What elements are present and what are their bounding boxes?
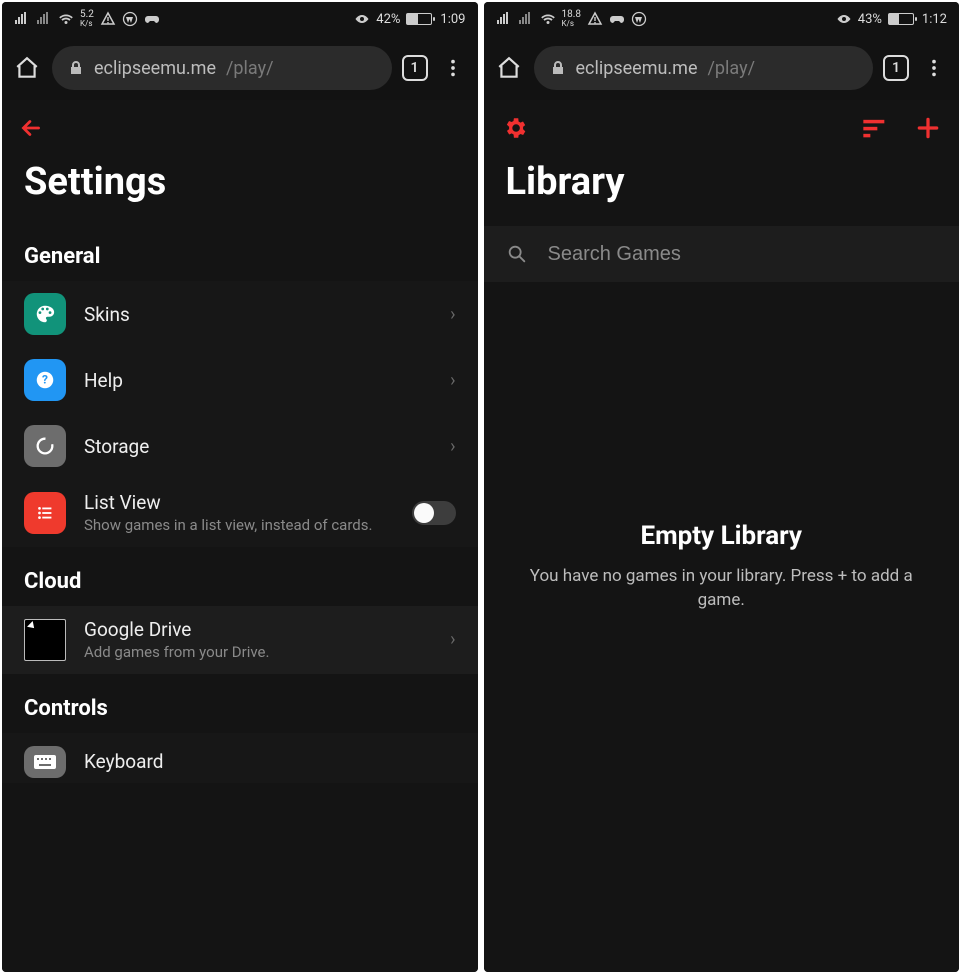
listview-toggle[interactable] bbox=[412, 501, 456, 525]
signal2-icon bbox=[518, 11, 534, 27]
row-google-drive[interactable]: Google Drive Add games from your Drive. … bbox=[2, 606, 478, 674]
battery-icon bbox=[888, 13, 914, 25]
clock: 1:12 bbox=[922, 12, 947, 27]
storage-icon bbox=[24, 425, 66, 467]
eye-icon bbox=[836, 11, 852, 27]
row-label: Skins bbox=[84, 303, 432, 326]
url-path: /play/ bbox=[226, 58, 274, 79]
tab-count-button[interactable]: 1 bbox=[402, 55, 428, 81]
game-icon bbox=[144, 11, 160, 27]
wordpress-icon bbox=[631, 11, 647, 27]
chevron-right-icon: › bbox=[450, 304, 455, 325]
empty-heading: Empty Library bbox=[640, 521, 802, 551]
battery-pct: 42% bbox=[376, 12, 400, 27]
chevron-right-icon: › bbox=[450, 370, 455, 391]
browser-chrome: eclipseemu.me/play/ 1 bbox=[2, 36, 478, 100]
chevron-right-icon: › bbox=[450, 436, 455, 457]
warning-icon bbox=[587, 11, 603, 27]
battery-icon bbox=[406, 13, 432, 25]
row-help[interactable]: ? Help › bbox=[2, 347, 478, 413]
status-bar: 5.2 K/s 42% 1:09 bbox=[2, 2, 478, 36]
url-bar[interactable]: eclipseemu.me/play/ bbox=[534, 46, 874, 90]
battery-pct: 43% bbox=[858, 12, 882, 27]
lock-icon bbox=[68, 60, 84, 76]
library-page: Library Empty Library You have no games … bbox=[484, 100, 960, 972]
row-label: Storage bbox=[84, 435, 432, 458]
keyboard-icon bbox=[24, 746, 66, 778]
phone-right: 18.8 K/s 43% 1:12 eclipseemu.me/play/ 1 bbox=[484, 2, 960, 972]
empty-sub: You have no games in your library. Press… bbox=[510, 565, 934, 613]
palette-icon bbox=[24, 293, 66, 335]
eye-icon bbox=[354, 11, 370, 27]
search-bar[interactable] bbox=[484, 226, 960, 282]
settings-button[interactable] bbox=[502, 115, 528, 141]
signal-icon bbox=[14, 11, 30, 27]
page-title: Library bbox=[484, 156, 960, 222]
chevron-right-icon: › bbox=[450, 629, 455, 650]
row-sub: Show games in a list view, instead of ca… bbox=[84, 516, 394, 535]
search-icon bbox=[506, 243, 528, 265]
browser-menu-button[interactable] bbox=[919, 57, 949, 79]
svg-text:?: ? bbox=[42, 373, 48, 387]
url-host: eclipseemu.me bbox=[94, 58, 216, 79]
url-host: eclipseemu.me bbox=[576, 58, 698, 79]
clock: 1:09 bbox=[440, 12, 465, 27]
wordpress-icon bbox=[122, 11, 138, 27]
url-bar[interactable]: eclipseemu.me/play/ bbox=[52, 46, 392, 90]
empty-state: Empty Library You have no games in your … bbox=[484, 282, 960, 972]
row-sub: Add games from your Drive. bbox=[84, 643, 432, 662]
browser-menu-button[interactable] bbox=[438, 57, 468, 79]
browser-home-button[interactable] bbox=[494, 55, 524, 81]
row-listview[interactable]: List View Show games in a list view, ins… bbox=[2, 479, 478, 547]
wifi-icon bbox=[58, 11, 74, 27]
row-label: Help bbox=[84, 369, 432, 392]
status-bar: 18.8 K/s 43% 1:12 bbox=[484, 2, 960, 36]
phone-left: 5.2 K/s 42% 1:09 eclipseemu.me/play/ 1 bbox=[2, 2, 478, 972]
broken-image-icon bbox=[24, 619, 66, 661]
browser-chrome: eclipseemu.me/play/ 1 bbox=[484, 36, 960, 100]
page-title: Settings bbox=[2, 156, 478, 222]
section-controls: Controls bbox=[2, 674, 478, 733]
row-storage[interactable]: Storage › bbox=[2, 413, 478, 479]
list-icon bbox=[24, 492, 66, 534]
net-speed: 5.2 K/s bbox=[80, 10, 94, 28]
signal2-icon bbox=[36, 11, 52, 27]
row-label: Google Drive bbox=[84, 618, 432, 641]
help-icon: ? bbox=[24, 359, 66, 401]
row-label: Keyboard bbox=[84, 750, 456, 773]
row-label: List View bbox=[84, 491, 394, 514]
tab-count-button[interactable]: 1 bbox=[883, 55, 909, 81]
signal-icon bbox=[496, 11, 512, 27]
sort-button[interactable] bbox=[861, 117, 889, 139]
game-icon bbox=[609, 11, 625, 27]
row-keyboard[interactable]: Keyboard bbox=[2, 733, 478, 783]
lock-icon bbox=[550, 60, 566, 76]
section-cloud: Cloud bbox=[2, 547, 478, 606]
add-button[interactable] bbox=[915, 115, 941, 141]
warning-icon bbox=[100, 11, 116, 27]
net-speed: 18.8 K/s bbox=[562, 10, 582, 28]
section-general: General bbox=[2, 222, 478, 281]
row-skins[interactable]: Skins › bbox=[2, 281, 478, 347]
wifi-icon bbox=[540, 11, 556, 27]
browser-home-button[interactable] bbox=[12, 55, 42, 81]
search-input[interactable] bbox=[548, 243, 938, 266]
settings-page: Settings General Skins › ? Help › Storag… bbox=[2, 100, 478, 972]
url-path: /play/ bbox=[708, 58, 756, 79]
back-button[interactable] bbox=[18, 115, 44, 141]
